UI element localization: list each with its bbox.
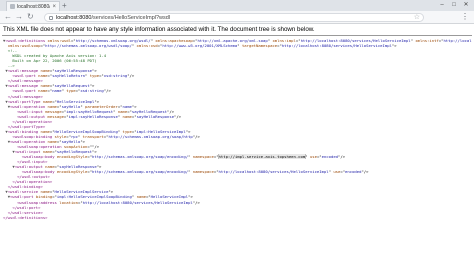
xml-text: "/> (338, 154, 346, 160)
site-info-icon[interactable] (49, 15, 53, 20)
xml-attribute-name: xmlns:intf (415, 38, 439, 43)
xml-style-message: This XML file does not appear to have an… (3, 26, 315, 33)
page-icon (10, 4, 15, 9)
xml-attribute-value-highlighted: http://impl.service.axis.topsheen.com (217, 154, 307, 160)
xml-attribute-name: namespace (192, 169, 214, 175)
xml-text: "/> (192, 133, 200, 139)
xml-attribute-value: encoded (321, 154, 339, 160)
xml-text: "/> (361, 169, 369, 175)
xml-text: "> (391, 43, 397, 49)
xml-attribute-name: xmlns:xsd (136, 43, 158, 49)
back-icon[interactable]: ← (4, 12, 12, 22)
xml-attribute-value: http://schemas.xmlsoap.org/soap/http (108, 133, 193, 139)
minimize-icon[interactable]: – (436, 0, 448, 10)
xml-attribute-value: http://localhost:8080/services/HelloServ… (218, 169, 329, 175)
xml-attribute-value: sayHelloResponse (136, 113, 175, 119)
xml-line: </wsdl:definitions> (3, 215, 472, 220)
xml-attribute-value: sayHelloReturn (52, 73, 86, 79)
window-controls: – □ ✕ (436, 0, 472, 10)
new-tab-icon[interactable]: + (62, 1, 67, 10)
xml-attribute-value: name (52, 88, 62, 94)
xml-attribute-name: encodingStyle (56, 169, 88, 175)
xml-attribute-value: http://localhost:8080/services/HelloServ… (443, 38, 472, 43)
bookmark-star-icon[interactable]: ☆ (414, 13, 420, 21)
xml-tag: </wsdl:definitions> (3, 214, 48, 220)
close-window-icon[interactable]: ✕ (460, 0, 472, 10)
xml-text: "/> (174, 113, 182, 119)
url-text: localhost:8080/services/HelloServiceImpl… (56, 15, 170, 21)
xml-attribute-name: location (59, 199, 78, 205)
navigation-bar: ← → ↻ localhost:8080/services/HelloServi… (0, 11, 474, 24)
maximize-icon[interactable]: □ (448, 0, 460, 10)
xml-text: =" (213, 154, 219, 160)
xml-attribute-value: xsd:string (80, 88, 104, 94)
xml-attribute-value: http://localhost:8080/services/HelloServ… (281, 43, 392, 49)
tab-title: localhost:8080/services/Hell (17, 3, 50, 10)
xml-text: "/> (127, 73, 135, 79)
divider (2, 35, 472, 36)
xml-attribute-value: http://schemas.xmlsoap.org/wsdl/soap/ (45, 43, 132, 49)
xml-attribute-value: http://www.w3.org/2001/XMLSchema (162, 43, 238, 49)
reload-icon[interactable]: ↻ (27, 12, 34, 22)
xml-attribute-name: encodingStyle (56, 154, 88, 160)
xml-attribute-name: targetNamespace (241, 43, 278, 49)
xml-text: "/> (103, 88, 111, 94)
xml-attribute-name: use (309, 154, 317, 160)
xml-attribute-value: xsd:string (103, 73, 128, 79)
xml-attribute-name: transport (82, 133, 104, 139)
xml-attribute-value: impl:sayHelloResponse (68, 113, 118, 119)
xml-document-tree: ▼<wsdl:definitions xmlns:wsdl="http://sc… (3, 38, 472, 220)
browser-tab[interactable]: localhost:8080/services/Hell × (6, 1, 60, 11)
tab-strip: localhost:8080/services/Hell × + – □ ✕ (0, 0, 474, 11)
xml-attribute-name: name (122, 113, 132, 119)
address-bar[interactable]: localhost:8080/services/HelloServiceImpl… (44, 13, 424, 22)
forward-icon[interactable]: → (15, 12, 23, 22)
url-host: localhost:8080 (56, 14, 92, 21)
xml-attribute-name: namespace (192, 154, 214, 160)
xml-attribute-value: encoded (345, 169, 362, 175)
browser-menu-icon[interactable]: ⋮ (461, 12, 469, 22)
xml-text: "/> (192, 199, 200, 205)
close-tab-icon[interactable]: × (52, 4, 56, 10)
xml-attribute-name: type (66, 88, 76, 94)
url-path: /services/HelloServiceImpl?wsdl (91, 14, 171, 21)
xml-comment: Built on Apr 22, 2006 (06:55:48 PDT) (12, 58, 97, 64)
xml-attribute-name: type (89, 73, 100, 79)
xml-attribute-value: http://localhost:8080/services/HelloServ… (82, 199, 193, 205)
xml-attribute-value: http://schemas.xmlsoap.org/soap/encoding… (92, 169, 189, 175)
xml-attribute-value: http://schemas.xmlsoap.org/soap/encoding… (92, 154, 189, 160)
